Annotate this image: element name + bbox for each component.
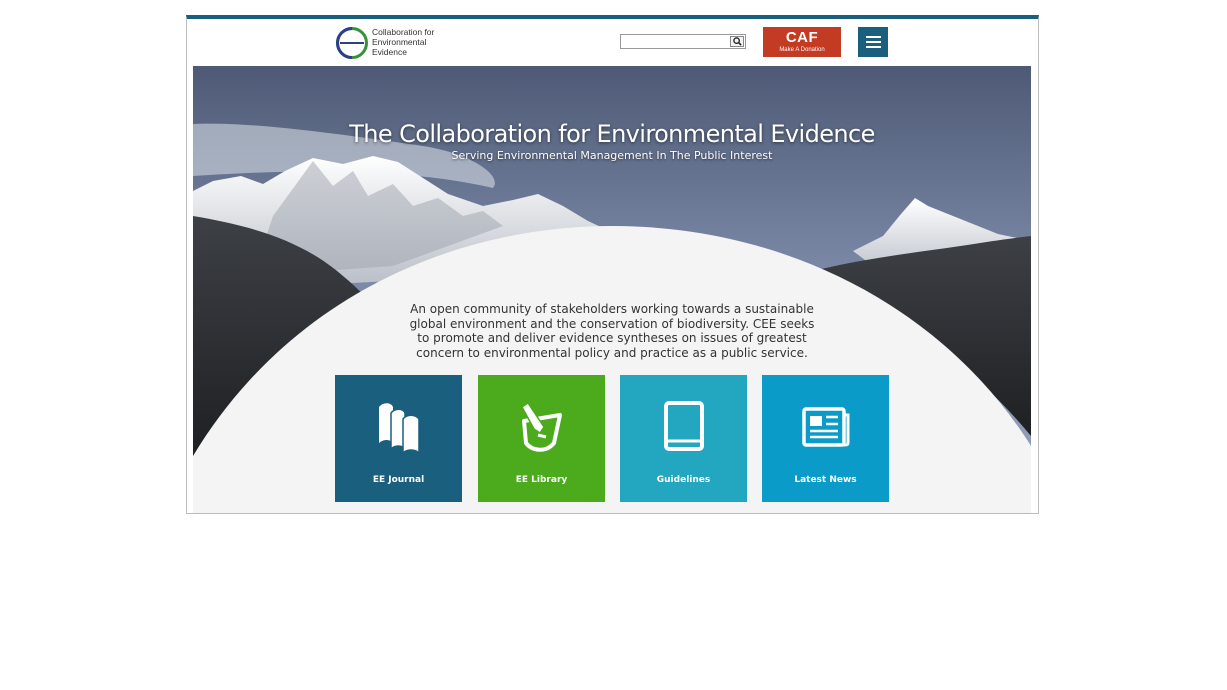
site-header: Collaboration for Environmental Evidence… [187, 19, 1038, 66]
hamburger-icon [865, 36, 881, 38]
tile-label: Guidelines [656, 475, 711, 485]
search-input[interactable] [623, 36, 727, 47]
hero-section: The Collaboration for Environmental Evid… [193, 66, 1031, 513]
logo-line-1: Collaboration for [372, 27, 435, 37]
caf-subtitle: Make A Donation [779, 47, 825, 53]
search-icon [732, 37, 742, 46]
logo-text[interactable]: Collaboration for Environmental Evidence [372, 27, 434, 57]
logo-line-2: Environmental [372, 37, 427, 47]
newspaper-icon [802, 407, 850, 447]
tile-label: EE Journal [372, 475, 425, 485]
search-button[interactable] [730, 36, 744, 47]
logo-line-3: Evidence [372, 47, 407, 57]
cee-logo-icon[interactable] [335, 26, 369, 60]
tile-guidelines[interactable]: Guidelines [620, 375, 747, 502]
tile-label: Latest News [794, 475, 857, 485]
hero-title: The Collaboration for Environmental Evid… [349, 120, 875, 148]
tile-ee-journal[interactable]: EE Journal [335, 375, 462, 502]
books-icon [379, 403, 420, 455]
page-frame: Collaboration for Environmental Evidence… [186, 15, 1039, 514]
hero-subtitle: Serving Environmental Management In The … [451, 149, 773, 162]
search-box [620, 34, 746, 49]
caf-title: CAF [785, 29, 819, 46]
tile-latest-news[interactable]: Latest News [762, 375, 889, 502]
menu-button[interactable] [858, 27, 888, 57]
library-edit-icon [521, 401, 562, 452]
book-icon [664, 401, 704, 451]
intro-text: An open community of stakeholders workin… [409, 302, 815, 360]
tile-ee-library[interactable]: EE Library [478, 375, 605, 502]
tile-label: EE Library [515, 475, 568, 485]
donate-button[interactable]: CAF Make A Donation [763, 27, 841, 57]
